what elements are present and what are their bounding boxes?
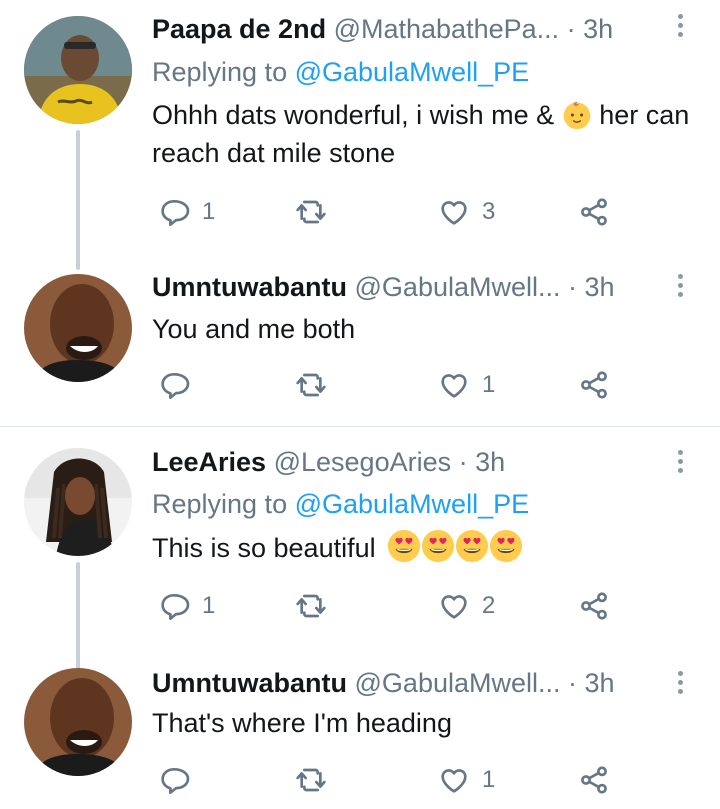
- share-button[interactable]: [578, 365, 610, 405]
- retweet-button[interactable]: [294, 365, 340, 405]
- tweet-text: That's where I'm heading: [152, 704, 697, 742]
- like-icon: [438, 764, 470, 796]
- like-button[interactable]: 1: [438, 760, 495, 800]
- retweet-button[interactable]: [294, 760, 340, 800]
- avatar[interactable]: [24, 274, 132, 382]
- share-button[interactable]: [578, 760, 610, 800]
- tweet-header: Paapa de 2nd @MathabathePa... · 3h: [152, 12, 613, 46]
- user-handle[interactable]: @GabulaMwell...: [355, 272, 561, 302]
- heart-eyes-emoji: [421, 529, 455, 563]
- like-button[interactable]: 3: [438, 192, 495, 232]
- retweet-button[interactable]: [294, 192, 340, 232]
- emoji-group: [387, 533, 523, 563]
- more-icon[interactable]: [670, 274, 690, 301]
- thread-line: [76, 130, 80, 270]
- heart-eyes-emoji: [455, 529, 489, 563]
- heart-eyes-emoji: [387, 529, 421, 563]
- retweet-icon: [294, 590, 328, 622]
- replying-to-link[interactable]: @GabulaMwell_PE: [295, 57, 530, 87]
- display-name[interactable]: Umntuwabantu: [152, 272, 347, 302]
- tweet-card[interactable]: Umntuwabantu @GabulaMwell... · 3h You an…: [0, 260, 720, 425]
- reply-icon: [158, 590, 190, 622]
- more-icon[interactable]: [670, 671, 690, 698]
- tweet-text: Ohhh dats wonderful, i wish me & her can…: [152, 96, 697, 172]
- retweet-icon: [294, 764, 328, 796]
- reply-icon: [158, 369, 190, 401]
- avatar[interactable]: [24, 16, 132, 124]
- share-icon: [578, 590, 610, 622]
- share-button[interactable]: [578, 586, 610, 626]
- tweet-header: Umntuwabantu @GabulaMwell... · 3h: [152, 666, 615, 700]
- reply-button[interactable]: [158, 760, 202, 800]
- baby-face-emoji: [562, 100, 592, 130]
- retweet-icon: [294, 369, 328, 401]
- avatar[interactable]: [24, 448, 132, 556]
- tweet-text-part: You and me both: [152, 314, 356, 344]
- like-button[interactable]: 1: [438, 365, 495, 405]
- user-handle[interactable]: @LesegoAries: [274, 447, 452, 477]
- user-handle[interactable]: @MathabathePa...: [334, 14, 560, 44]
- tweet-time[interactable]: · 3h: [568, 272, 615, 302]
- tweet-time[interactable]: · 3h: [459, 447, 506, 477]
- reply-button[interactable]: 1: [158, 192, 215, 232]
- replying-label: Replying to: [152, 489, 295, 519]
- avatar[interactable]: [24, 668, 132, 776]
- display-name[interactable]: Paapa de 2nd: [152, 14, 326, 44]
- share-icon: [578, 369, 610, 401]
- like-count: 3: [482, 198, 496, 225]
- heart-eyes-emoji: [489, 529, 523, 563]
- share-icon: [578, 764, 610, 796]
- retweet-button[interactable]: [294, 586, 340, 626]
- display-name[interactable]: LeeAries: [152, 447, 266, 477]
- share-icon: [578, 196, 610, 228]
- tweet-card[interactable]: Paapa de 2nd @MathabathePa... · 3h Reply…: [0, 0, 720, 270]
- like-button[interactable]: 2: [438, 586, 495, 626]
- reply-button[interactable]: [158, 365, 202, 405]
- replying-label: Replying to: [152, 57, 295, 87]
- like-icon: [438, 369, 470, 401]
- action-bar: 1: [152, 760, 632, 800]
- like-icon: [438, 590, 470, 622]
- more-icon[interactable]: [670, 14, 690, 41]
- retweet-icon: [294, 196, 328, 228]
- action-bar: 1 2: [152, 586, 632, 626]
- share-button[interactable]: [578, 192, 610, 232]
- like-count: 1: [482, 766, 496, 793]
- replying-to-link[interactable]: @GabulaMwell_PE: [295, 489, 530, 519]
- tweet-text-part: This is so beautiful: [152, 533, 376, 563]
- replying-to: Replying to @GabulaMwell_PE: [152, 487, 529, 521]
- reply-count: 1: [202, 592, 216, 619]
- tweet-header: LeeAries @LesegoAries · 3h: [152, 445, 505, 479]
- tweet-text-part: Ohhh dats wonderful, i wish me &: [152, 100, 555, 130]
- reply-count: 1: [202, 198, 216, 225]
- tweet-text: You and me both: [152, 310, 697, 348]
- like-count: 1: [482, 371, 496, 398]
- divider: [0, 426, 720, 427]
- tweet-time[interactable]: · 3h: [568, 668, 615, 698]
- display-name[interactable]: Umntuwabantu: [152, 668, 347, 698]
- reply-button[interactable]: 1: [158, 586, 215, 626]
- action-bar: 1 3: [152, 192, 632, 232]
- reply-icon: [158, 764, 190, 796]
- tweet-text: This is so beautiful: [152, 529, 697, 567]
- tweet-card[interactable]: LeeAries @LesegoAries · 3h Replying to @…: [0, 434, 720, 684]
- user-handle[interactable]: @GabulaMwell...: [355, 668, 561, 698]
- tweet-card[interactable]: Umntuwabantu @GabulaMwell... · 3h That's…: [0, 654, 720, 809]
- tweet-time[interactable]: · 3h: [567, 14, 614, 44]
- more-icon[interactable]: [670, 450, 690, 477]
- like-count: 2: [482, 592, 496, 619]
- action-bar: 1: [152, 365, 632, 405]
- replying-to: Replying to @GabulaMwell_PE: [152, 55, 529, 89]
- tweet-text-part: That's where I'm heading: [152, 708, 452, 738]
- reply-icon: [158, 196, 190, 228]
- tweet-header: Umntuwabantu @GabulaMwell... · 3h: [152, 270, 615, 304]
- like-icon: [438, 196, 470, 228]
